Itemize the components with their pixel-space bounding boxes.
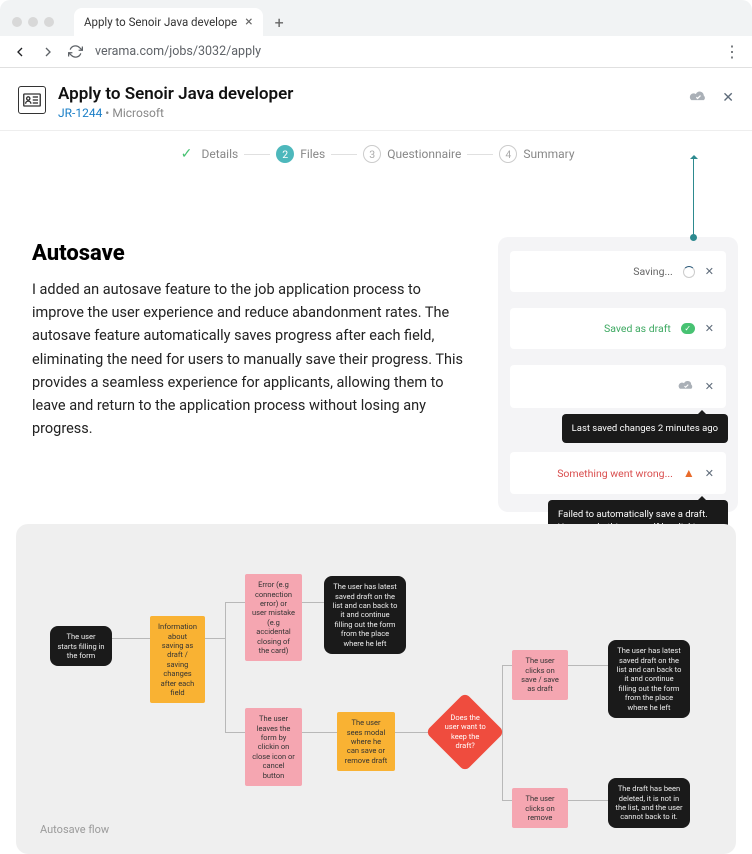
warning-icon: ▲ bbox=[683, 466, 695, 480]
flow-node-info: Information about saving as draft / savi… bbox=[150, 616, 205, 703]
notification-saving: Saving... ✕ bbox=[510, 251, 726, 292]
notification-popover: Saving... ✕ Saved as draft ✓ ✕ ✕ Last sa… bbox=[498, 237, 738, 512]
browser-chrome: Apply to Senoir Java develope × + verama… bbox=[0, 0, 752, 68]
tab-title: Apply to Senoir Java develope bbox=[84, 15, 237, 29]
close-icon[interactable]: ✕ bbox=[705, 380, 714, 393]
new-tab-button[interactable]: + bbox=[267, 9, 292, 36]
header-actions: ✕ bbox=[688, 88, 734, 107]
tooltip-last-saved: Last saved changes 2 minutes ago bbox=[562, 414, 728, 443]
flow-diagram-panel: The user starts filling in the form Info… bbox=[16, 524, 736, 854]
flow-caption: Autosave flow bbox=[40, 823, 109, 836]
check-icon: ✓ bbox=[681, 323, 695, 334]
popover-indicator-line bbox=[693, 157, 694, 237]
notification-saved: Saved as draft ✓ ✕ bbox=[510, 308, 726, 349]
window-maximize[interactable] bbox=[44, 17, 54, 27]
url-text[interactable]: verama.com/jobs/3032/apply bbox=[95, 44, 712, 59]
close-icon[interactable]: ✕ bbox=[705, 322, 714, 335]
flow-node-modal: The user sees modal where he can save or… bbox=[337, 712, 395, 771]
window-close[interactable] bbox=[12, 17, 22, 27]
section-paragraph: I added an autosave feature to the job a… bbox=[32, 278, 472, 440]
step-details[interactable]: ✓ Details bbox=[177, 145, 238, 163]
flow-node-click-remove: The user clicks on remove bbox=[512, 788, 568, 828]
flow-node-error: Error (e.g connection error) or user mis… bbox=[245, 574, 302, 661]
cloud-icon bbox=[677, 379, 695, 394]
back-button[interactable] bbox=[12, 44, 28, 60]
check-icon: ✓ bbox=[177, 145, 195, 163]
browser-tab-active[interactable]: Apply to Senoir Java develope × bbox=[74, 8, 263, 36]
notification-cloud: ✕ Last saved changes 2 minutes ago bbox=[510, 365, 726, 408]
tab-close-icon[interactable]: × bbox=[245, 15, 252, 29]
page-header: Apply to Senoir Java developer JR-1244 •… bbox=[0, 68, 752, 131]
close-icon[interactable]: ✕ bbox=[705, 467, 714, 480]
reload-button[interactable] bbox=[68, 44, 83, 59]
close-icon[interactable]: ✕ bbox=[722, 90, 734, 106]
job-icon bbox=[18, 86, 46, 114]
page-title: Apply to Senoir Java developer bbox=[58, 84, 293, 104]
address-bar: verama.com/jobs/3032/apply ⋮ bbox=[0, 36, 752, 68]
flow-node-leaves: The user leaves the form by clickin on c… bbox=[245, 708, 302, 786]
company-name: Microsoft bbox=[112, 106, 164, 120]
flow-node-latest1: The user has latest saved draft on the l… bbox=[324, 576, 406, 654]
content-area: Autosave I added an autosave feature to … bbox=[0, 241, 752, 524]
forward-button[interactable] bbox=[40, 44, 56, 60]
spinner-icon bbox=[683, 266, 695, 278]
page-title-block: Apply to Senoir Java developer JR-1244 •… bbox=[58, 84, 293, 120]
flow-node-deleted: The draft has been deleted, it is not in… bbox=[608, 778, 690, 828]
cloud-saved-icon[interactable] bbox=[688, 88, 708, 107]
flow-node-decision: Does the user want to keep the draft? bbox=[425, 693, 504, 772]
step-questionnaire[interactable]: 3 Questionnaire bbox=[363, 145, 461, 163]
notification-error: Something went wrong... ▲ ✕ Failed to au… bbox=[510, 452, 726, 494]
step-summary[interactable]: 4 Summary bbox=[499, 145, 574, 163]
flow-node-click-save: The user clicks on save / save as draft bbox=[512, 650, 568, 700]
flow-node-latest2: The user has latest saved draft on the l… bbox=[608, 640, 690, 718]
window-controls[interactable] bbox=[12, 17, 54, 27]
browser-menu-icon[interactable]: ⋮ bbox=[724, 42, 740, 61]
window-minimize[interactable] bbox=[28, 17, 38, 27]
flow-node-start: The user starts filling in the form bbox=[50, 626, 112, 666]
job-reference[interactable]: JR-1244 bbox=[58, 106, 102, 120]
close-icon[interactable]: ✕ bbox=[705, 265, 714, 278]
progress-stepper: ✓ Details 2 Files 3 Questionnaire 4 Summ… bbox=[0, 131, 752, 183]
step-files[interactable]: 2 Files bbox=[276, 145, 325, 163]
browser-tab-bar: Apply to Senoir Java develope × + bbox=[0, 0, 752, 36]
flow-canvas: The user starts filling in the form Info… bbox=[40, 560, 712, 820]
page-subtitle: JR-1244 • Microsoft bbox=[58, 106, 293, 120]
